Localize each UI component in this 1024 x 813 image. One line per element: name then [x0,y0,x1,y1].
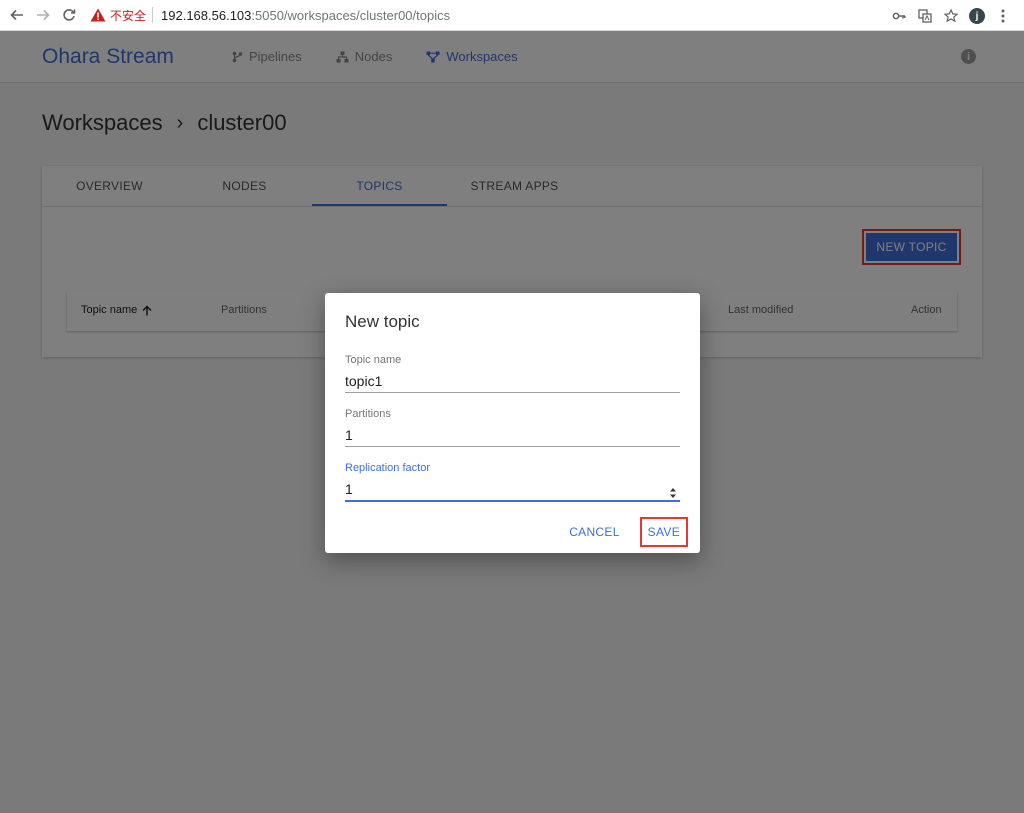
star-icon[interactable] [938,3,964,29]
key-icon[interactable] [886,3,912,29]
menu-icon[interactable] [990,3,1016,29]
warning-icon [90,8,106,22]
partitions-field: Partitions [345,408,680,447]
topic-name-input[interactable] [345,371,680,391]
replication-factor-input[interactable] [345,479,680,499]
new-topic-dialog: New topic Topic name Partitions Replicat… [325,293,700,553]
url-path: :5050/workspaces/cluster00/topics [251,7,451,23]
browser-toolbar: 不安全 192.168.56.103:5050/workspaces/clust… [0,0,1024,31]
back-icon[interactable] [4,2,30,28]
dialog-title: New topic [345,312,420,331]
address-bar[interactable]: 不安全 192.168.56.103:5050/workspaces/clust… [90,3,450,27]
save-highlight: SAVE [639,517,688,547]
url-separator [152,7,154,23]
insecure-label: 不安全 [110,8,147,23]
profile-avatar[interactable]: j [964,3,990,29]
partitions-underline [345,446,680,447]
profile-initial: j [969,8,985,24]
forward-icon[interactable] [30,2,56,28]
replication-factor-label: Replication factor [345,462,430,474]
partitions-input[interactable] [345,425,680,445]
cancel-button[interactable]: CANCEL [569,525,619,539]
partitions-label: Partitions [345,408,391,420]
translate-icon[interactable] [912,3,938,29]
reload-icon[interactable] [56,2,82,28]
save-button[interactable]: SAVE [648,525,680,539]
topic-name-label: Topic name [345,354,402,366]
number-spinner-icon[interactable] [668,486,678,500]
url-host: 192.168.56.103 [161,7,252,23]
dialog-actions: CANCEL SAVE [569,517,688,547]
topic-name-field: Topic name [345,354,680,393]
topic-name-underline [345,392,680,393]
replication-factor-underline [345,500,680,502]
replication-factor-field: Replication factor [345,462,680,502]
